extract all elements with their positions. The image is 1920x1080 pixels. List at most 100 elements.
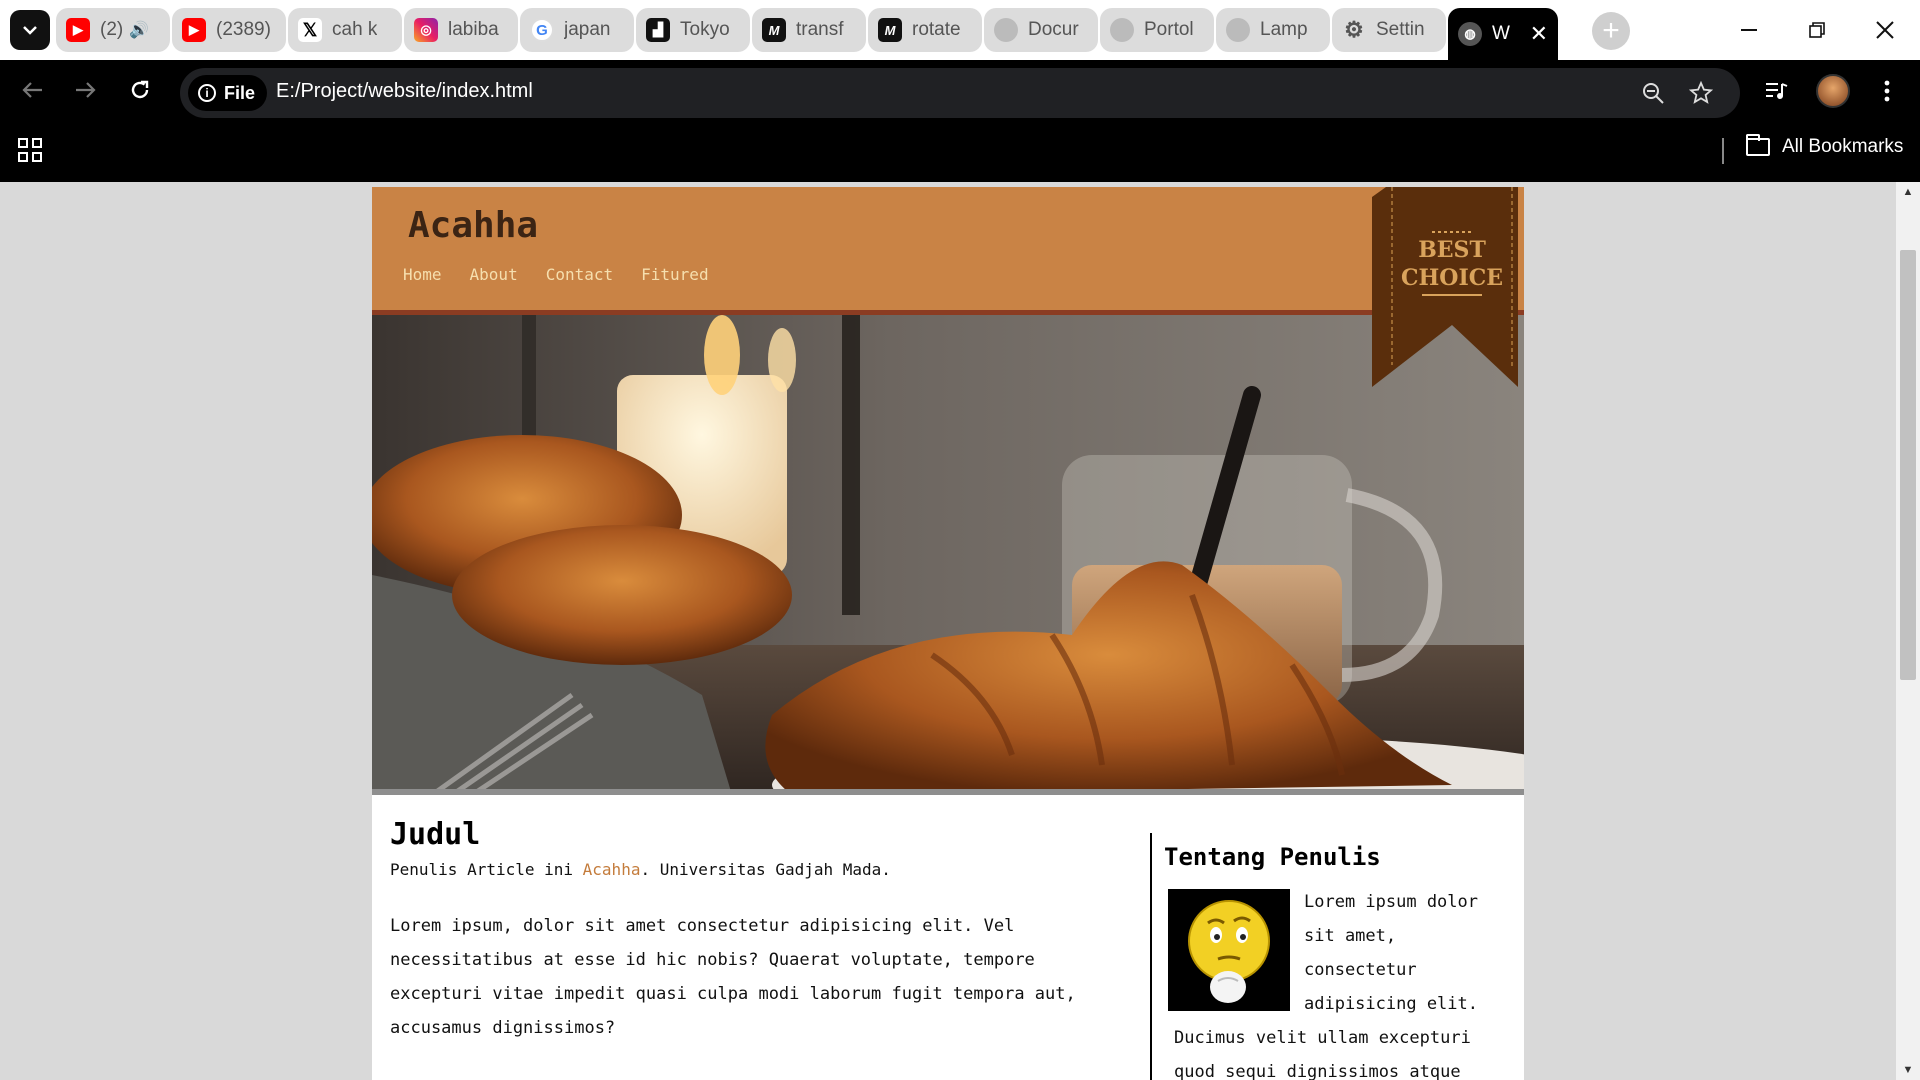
globe-icon (1226, 18, 1250, 42)
chevron-down-icon (23, 26, 37, 35)
byline-prefix: Penulis Article ini (390, 860, 583, 879)
all-bookmarks-button[interactable]: All Bookmarks (1746, 134, 1904, 158)
article-title: Judul (390, 817, 481, 852)
tab-lamp[interactable]: Lamp (1216, 8, 1330, 52)
website-container: Acahha Home About Contact Fitured BEST C… (372, 187, 1524, 1080)
tab-youtube-1[interactable]: ▶ (2) 🔊 (56, 8, 170, 52)
tab-unsplash[interactable]: ▟ Tokyo (636, 8, 750, 52)
zoom-icon[interactable] (1638, 78, 1668, 108)
reload-icon (131, 80, 149, 99)
tab-medium-2[interactable]: M rotate (868, 8, 982, 52)
back-button[interactable] (12, 70, 52, 110)
site-brand[interactable]: Acahha (408, 205, 538, 246)
all-bookmarks-label: All Bookmarks (1782, 136, 1904, 157)
close-icon (1876, 21, 1894, 39)
unsplash-icon: ▟ (646, 18, 670, 42)
tab-title: labiba (448, 19, 499, 40)
media-control-button[interactable] (1760, 74, 1794, 108)
page-scrollbar[interactable]: ▲ ▼ (1896, 182, 1920, 1080)
forward-button[interactable] (66, 70, 106, 110)
site-info-chip[interactable]: i File (188, 75, 268, 111)
nav-link-home[interactable]: Home (403, 265, 442, 284)
menu-button[interactable] (1870, 74, 1904, 108)
tab-settings[interactable]: ⚙ Settin (1332, 8, 1446, 52)
tab-title: cah k (332, 19, 378, 40)
address-bar[interactable]: i File E:/Project/website/index.html (180, 68, 1740, 118)
byline-suffix: . Universitas Gadjah Mada. (640, 860, 891, 879)
medium-icon: M (878, 18, 902, 42)
tab-search-button[interactable] (10, 10, 50, 50)
page-viewport: Acahha Home About Contact Fitured BEST C… (0, 182, 1920, 1080)
medium-icon: M (762, 18, 786, 42)
tab-instagram[interactable]: ◎ labiba (404, 8, 518, 52)
article: Judul Penulis Article ini Acahha. Univer… (390, 817, 1130, 1045)
kebab-menu-icon (1884, 80, 1890, 102)
profile-avatar[interactable] (1816, 74, 1850, 108)
scroll-up-arrow-icon[interactable]: ▲ (1896, 182, 1920, 202)
arrow-right-icon (76, 82, 96, 98)
folder-icon (1746, 134, 1770, 156)
tab-docs[interactable]: Docur (984, 8, 1098, 52)
article-byline: Penulis Article ini Acahha. Universitas … (390, 860, 1130, 879)
best-choice-ribbon: BEST CHOICE (1372, 187, 1518, 387)
nav-link-about[interactable]: About (470, 265, 518, 284)
scroll-down-arrow-icon[interactable]: ▼ (1896, 1060, 1920, 1080)
tab-title: Tokyo (680, 19, 730, 40)
author-link[interactable]: Acahha (583, 860, 641, 879)
tab-title: (2) (100, 19, 124, 40)
globe-icon (1110, 18, 1134, 42)
bookmarks-separator (1722, 138, 1724, 164)
tab-strip: ▶ (2) 🔊 ▶ (2389) 𝕏 cah k ◎ labiba G japa… (0, 0, 1920, 60)
tab-portfolio[interactable]: Portol (1100, 8, 1214, 52)
site-header: Acahha Home About Contact Fitured (372, 187, 1524, 315)
site-chip-label: File (224, 82, 256, 103)
reload-button[interactable] (120, 70, 160, 110)
minimize-button[interactable] (1724, 10, 1774, 50)
ribbon-line-2: CHOICE (1401, 265, 1503, 291)
youtube-icon: ▶ (66, 18, 90, 42)
youtube-icon: ▶ (182, 18, 206, 42)
star-icon (1689, 81, 1713, 104)
tab-medium-1[interactable]: M transf (752, 8, 866, 52)
arrow-left-icon (22, 82, 42, 98)
speaker-icon[interactable]: 🔊 (129, 20, 149, 40)
tab-title: rotate (912, 19, 961, 40)
minimize-icon (1741, 29, 1757, 31)
tab-title: Portol (1144, 19, 1194, 40)
magnifier-minus-icon (1643, 83, 1664, 104)
hero-image (372, 315, 1524, 795)
x-icon: 𝕏 (298, 18, 322, 42)
tab-active-website[interactable]: ◍ W ✕ (1448, 8, 1558, 60)
tab-google[interactable]: G japan (520, 8, 634, 52)
tab-title: (2389) (216, 19, 271, 40)
restore-button[interactable] (1792, 10, 1842, 50)
sidebar-about-author: Tentang Penulis Lorem ipsum dolor sit am… (1164, 843, 1504, 1080)
gear-icon: ⚙ (1344, 17, 1364, 42)
tab-title: Lamp (1260, 19, 1308, 40)
bookmarks-bar: All Bookmarks (0, 120, 1920, 180)
close-icon[interactable]: ✕ (1530, 21, 1548, 47)
google-icon: G (530, 18, 554, 42)
tab-x[interactable]: 𝕏 cah k (288, 8, 402, 52)
scroll-thumb[interactable] (1900, 250, 1916, 680)
article-body: Lorem ipsum, dolor sit amet consectetur … (390, 916, 1076, 1038)
restore-icon (1809, 22, 1825, 38)
info-icon: i (198, 84, 216, 102)
close-window-button[interactable] (1860, 10, 1910, 50)
author-image (1168, 889, 1290, 1011)
browser-toolbar: i File E:/Project/website/index.html (0, 60, 1920, 120)
sidebar-title: Tentang Penulis (1164, 843, 1381, 871)
tab-youtube-2[interactable]: ▶ (2389) (172, 8, 286, 52)
bookmark-star-icon[interactable] (1686, 78, 1716, 108)
tab-list: ▶ (2) 🔊 ▶ (2389) 𝕏 cah k ◎ labiba G japa… (56, 8, 1560, 60)
site-nav: Home About Contact Fitured (403, 265, 709, 284)
tab-title: transf (796, 19, 844, 40)
croissant-coffee-photo (372, 315, 1524, 789)
nav-link-contact[interactable]: Contact (546, 265, 613, 284)
new-tab-button[interactable]: + (1592, 12, 1630, 50)
tab-title: W (1492, 23, 1510, 44)
apps-grid-icon[interactable] (18, 138, 42, 162)
tab-title: japan (564, 19, 611, 40)
url-text[interactable]: E:/Project/website/index.html (276, 80, 533, 103)
nav-link-fitured[interactable]: Fitured (641, 265, 708, 284)
